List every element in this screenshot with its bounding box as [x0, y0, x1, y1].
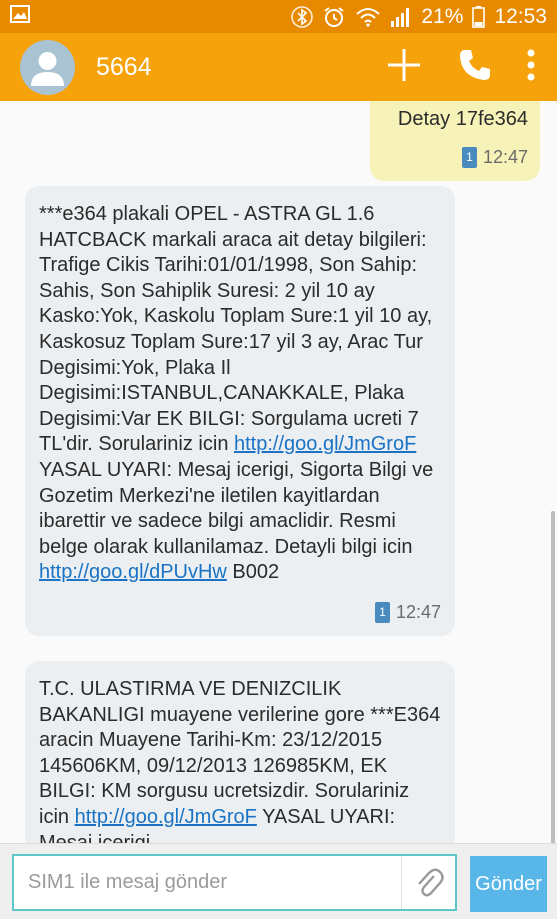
- message-text: Detay 17fe364: [397, 108, 528, 130]
- contact-avatar[interactable]: [20, 39, 75, 95]
- status-bar: 21% 12:53: [0, 0, 557, 33]
- outgoing-message[interactable]: Detay 17fe364 1 12:47: [370, 101, 540, 181]
- person-icon: [31, 51, 64, 86]
- incoming-message[interactable]: T.C. ULASTIRMA VE DENIZCILIK BAKANLIGI m…: [25, 661, 455, 843]
- message-link[interactable]: http://goo.gl/JmGroF: [75, 806, 257, 828]
- sim-icon: 1: [461, 146, 477, 168]
- status-time: 12:53: [494, 4, 547, 28]
- message-input[interactable]: [14, 856, 401, 909]
- contact-name: 5664: [96, 52, 152, 81]
- sim-icon: 1: [374, 602, 390, 624]
- message-text: T.C. ULASTIRMA VE DENIZCILIK BAKANLIGI m…: [39, 678, 446, 843]
- battery-icon: [472, 5, 486, 28]
- battery-percent: 21%: [421, 4, 464, 28]
- message-link[interactable]: http://goo.gl/dPUvHw: [39, 561, 227, 583]
- image-notification-icon: [10, 5, 30, 28]
- signal-icon: [390, 7, 412, 27]
- call-icon[interactable]: [457, 47, 493, 88]
- app-bar: 5664: [0, 33, 557, 101]
- composer-bar: Gönder: [0, 843, 557, 919]
- alarm-icon: [322, 5, 346, 29]
- message-thread[interactable]: Detay 17fe364 1 12:47 ***e364 plakali OP…: [0, 101, 557, 843]
- message-time: 12:47: [482, 146, 528, 167]
- wifi-icon: [355, 7, 381, 27]
- message-text: ***e364 plakali OPEL - ASTRA GL 1.6 HATC…: [39, 203, 439, 584]
- send-button[interactable]: Gönder: [470, 856, 547, 912]
- scrollbar[interactable]: [551, 511, 555, 843]
- message-link[interactable]: http://goo.gl/JmGroF: [234, 433, 416, 455]
- incoming-message[interactable]: ***e364 plakali OPEL - ASTRA GL 1.6 HATC…: [25, 186, 455, 636]
- more-vertical-icon[interactable]: [527, 49, 535, 86]
- bluetooth-icon: [291, 5, 314, 28]
- message-time: 12:47: [395, 601, 441, 622]
- message-input-box: [12, 854, 457, 911]
- attach-icon[interactable]: [401, 856, 455, 909]
- add-icon[interactable]: [385, 46, 423, 89]
